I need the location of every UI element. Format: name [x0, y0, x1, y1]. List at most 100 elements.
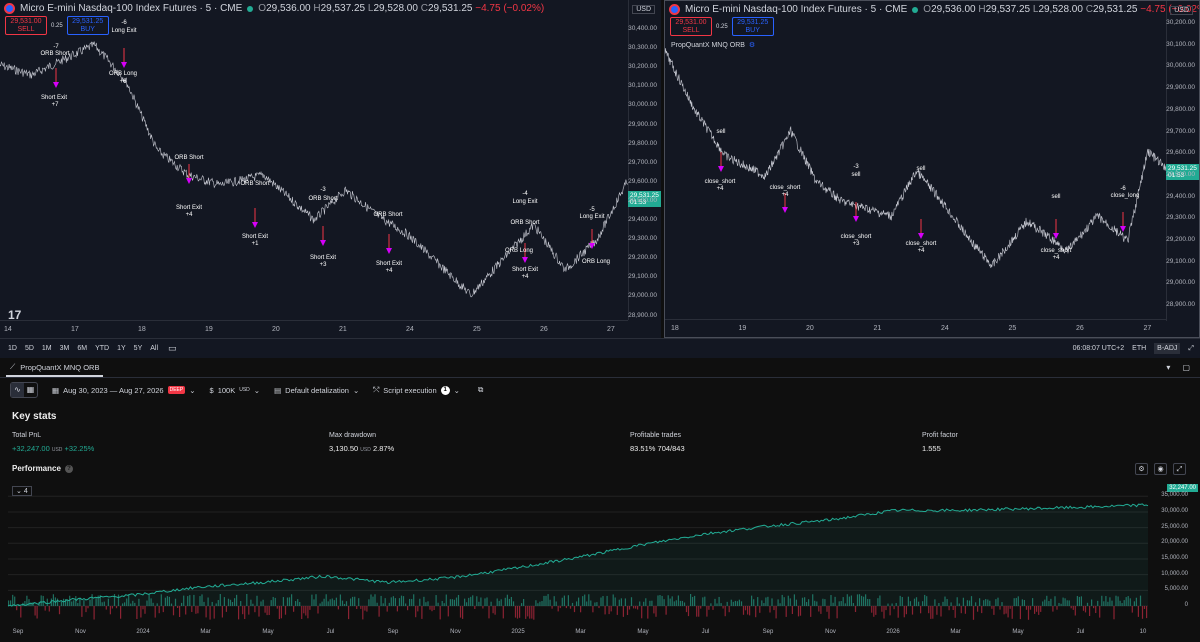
trade-bar	[172, 606, 175, 616]
session-toggle[interactable]: ETH	[1132, 345, 1146, 352]
buy-button[interactable]: 29,531.25 BUY	[66, 16, 109, 35]
trade-bar	[278, 606, 280, 619]
trade-bar	[881, 606, 883, 612]
buy-button[interactable]: 29,531.25 BUY	[731, 17, 774, 36]
performance-x-tick: May	[262, 629, 274, 635]
trade-bar	[755, 606, 757, 618]
performance-x-tick: May	[1012, 629, 1024, 635]
right-price-axis[interactable]: USD 29,531.25 01:53 30,200.00 30,100.00 30,…	[1166, 1, 1199, 321]
trade-bar	[1003, 606, 1005, 615]
trade-bar	[1034, 606, 1036, 614]
right-chart-pane[interactable]: Micro E-mini Nasdaq-100 Index Futures · …	[664, 0, 1200, 338]
trade-bar	[254, 606, 256, 613]
series-toggle-chip[interactable]: ⌄ 4	[12, 486, 32, 496]
range-button-6m[interactable]: 6M	[73, 345, 91, 352]
capital-selector[interactable]: $ 100K USD ⌄	[210, 386, 261, 395]
trade-bar	[396, 606, 398, 612]
trade-bar	[305, 606, 307, 616]
trade-bar	[696, 606, 698, 617]
time-tick-label: 20	[806, 325, 814, 332]
trade-signal-label: ORB Short	[308, 196, 338, 202]
spread-value: 0.25	[51, 22, 63, 29]
range-button-3m[interactable]: 3M	[56, 345, 74, 352]
performance-chart[interactable]	[0, 482, 1200, 642]
range-button-5d[interactable]: 5D	[21, 345, 38, 352]
trade-bar	[177, 606, 179, 608]
trade-bar	[920, 606, 922, 614]
trade-bar	[488, 606, 490, 619]
right-time-axis[interactable]: 18 19 20 21 24 25 26 27	[665, 319, 1166, 337]
trade-bar	[48, 606, 50, 612]
last-value-tag: 32,247.00	[1167, 484, 1198, 492]
symbol-title[interactable]: Micro E-mini Nasdaq-100 Index Futures · …	[685, 4, 907, 15]
indicator-name[interactable]: PropQuantX MNQ ORB	[671, 42, 745, 49]
table-view-icon[interactable]: ▦	[24, 383, 37, 397]
range-button-1d[interactable]: 1D	[4, 345, 21, 352]
trade-bar	[993, 606, 995, 615]
symbol-title[interactable]: Micro E-mini Nasdaq-100 Index Futures · …	[20, 3, 242, 14]
trade-bar	[87, 606, 89, 609]
currency-chip[interactable]: USD	[632, 5, 655, 14]
trade-bar	[559, 606, 561, 609]
trade-signal-label: +3	[852, 241, 860, 247]
detalization-selector[interactable]: ▤ Default detalization ⌄	[274, 386, 359, 395]
trade-signal-label: ORB Long	[108, 71, 138, 77]
left-price-axis[interactable]: USD 29,531.25 01:53 30,400.00 30,300.00 30,…	[628, 0, 661, 320]
execution-selector[interactable]: ⤲ Script execution 1 ⌄	[373, 385, 460, 395]
time-tick-label: 21	[339, 326, 347, 333]
date-range-selector[interactable]: ▦ Aug 30, 2023 — Aug 27, 2026 DEEP ⌄	[52, 386, 196, 395]
left-time-axis[interactable]: 14 17 18 19 20 21 24 25 26 27	[0, 320, 628, 338]
sell-button[interactable]: 29,531.00 SELL	[5, 16, 47, 35]
fullscreen-icon[interactable]: ⤢	[1188, 345, 1194, 353]
trade-bar	[16, 606, 18, 611]
chart-view-icon[interactable]: ∿	[11, 383, 24, 397]
price-tick-label: 29,100.00	[628, 273, 657, 281]
trade-signal-label: -7	[53, 44, 59, 50]
range-button-all[interactable]: All	[146, 345, 162, 352]
trade-bar	[1093, 606, 1095, 609]
camera-icon[interactable]: ◉	[1154, 463, 1167, 475]
clock[interactable]: 06:08:07 UTC+2	[1073, 345, 1125, 352]
trade-bar	[447, 606, 449, 617]
trade-bar	[930, 606, 932, 619]
trade-bar	[111, 606, 113, 609]
range-button-ytd[interactable]: YTD	[91, 345, 113, 352]
trade-bar	[154, 606, 156, 618]
trade-bar	[429, 606, 431, 610]
price-tick-label: 29,100.00	[1166, 257, 1195, 265]
ohlc-readout: O29,536.00 H29,537.25 L29,528.00 C29,531…	[923, 4, 1199, 15]
adjustment-toggle[interactable]: B-ADJ	[1154, 343, 1181, 354]
performance-x-tick: Mar	[575, 629, 586, 635]
trade-bar	[81, 606, 83, 617]
minimize-panel-icon[interactable]: ▾	[1166, 363, 1170, 372]
trade-signal-label: -3	[853, 164, 859, 170]
range-button-1m[interactable]: 1M	[38, 345, 56, 352]
export-icon[interactable]: ⧉	[478, 385, 483, 395]
trade-bar	[531, 606, 533, 619]
help-icon[interactable]: ?	[64, 464, 73, 473]
strategy-tab[interactable]: ⟋ PropQuantX MNQ ORB	[6, 358, 104, 377]
trade-bar	[115, 606, 118, 609]
indicator-legend[interactable]: PropQuantX MNQ ORB ⚙	[671, 41, 755, 50]
tradingview-logo[interactable]: 17	[8, 308, 21, 322]
trade-bar	[647, 606, 649, 619]
trade-signal-label: ORB Long	[581, 259, 611, 265]
settings-icon[interactable]: ⚙	[1135, 463, 1148, 475]
maximize-panel-icon[interactable]: ▢	[1182, 363, 1190, 372]
range-button-5y[interactable]: 5Y	[130, 345, 147, 352]
indicator-settings-icon[interactable]: ⚙	[749, 41, 755, 49]
chevron-down-icon: ⌄	[253, 385, 261, 395]
performance-x-tick: Jul	[701, 629, 710, 635]
trade-bar	[954, 606, 956, 618]
range-button-1y[interactable]: 1Y	[113, 345, 130, 352]
left-chart-pane[interactable]: Micro E-mini Nasdaq-100 Index Futures · …	[0, 0, 661, 338]
calendar-icon[interactable]: ▭	[168, 343, 177, 354]
fullscreen-icon[interactable]: ⤢	[1173, 463, 1186, 475]
trade-bar	[622, 606, 624, 617]
currency-chip[interactable]: USD	[1170, 6, 1193, 15]
signal-arrow-icon	[186, 178, 192, 184]
document-icon: ▤	[274, 385, 282, 395]
trade-bar	[502, 606, 504, 619]
price-tick-label: 29,000.00	[1166, 279, 1195, 287]
sell-button[interactable]: 29,531.00 SELL	[670, 17, 712, 36]
